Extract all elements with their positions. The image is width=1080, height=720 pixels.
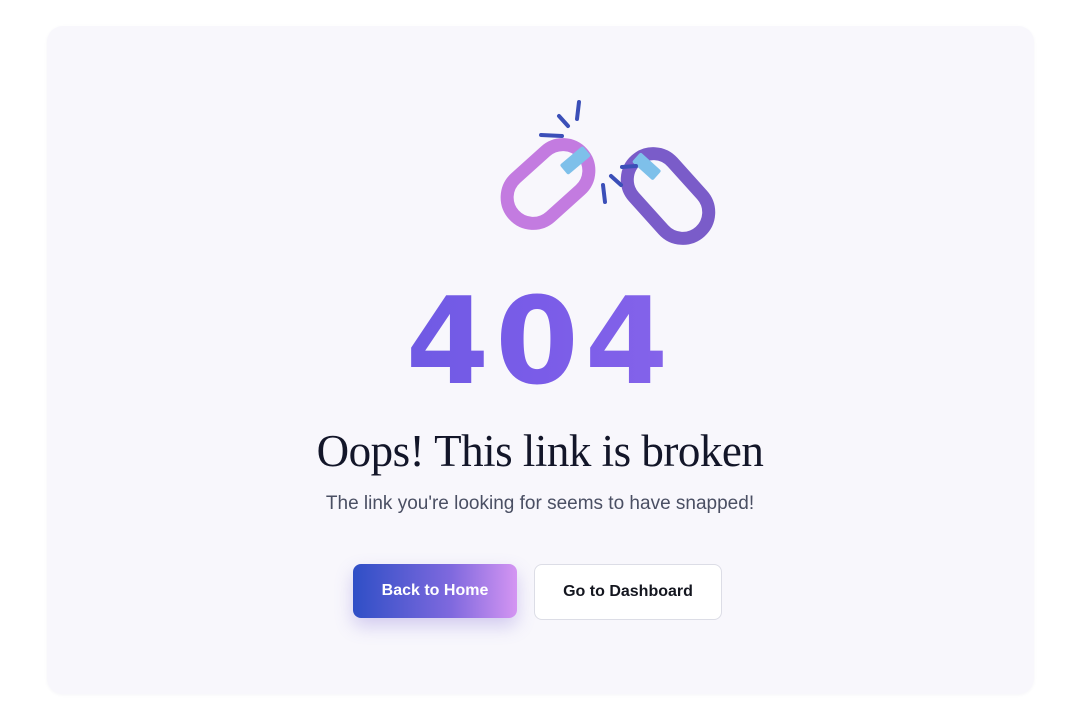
error-message: The link you're looking for seems to hav… <box>325 493 755 514</box>
back-to-home-button[interactable]: Back to Home <box>353 564 517 618</box>
broken-chain-icon <box>487 90 727 250</box>
error-code: 404 <box>0 278 1080 408</box>
page-title: Oops! This link is broken <box>316 426 764 476</box>
go-to-dashboard-button[interactable]: Go to Dashboard <box>534 564 722 620</box>
